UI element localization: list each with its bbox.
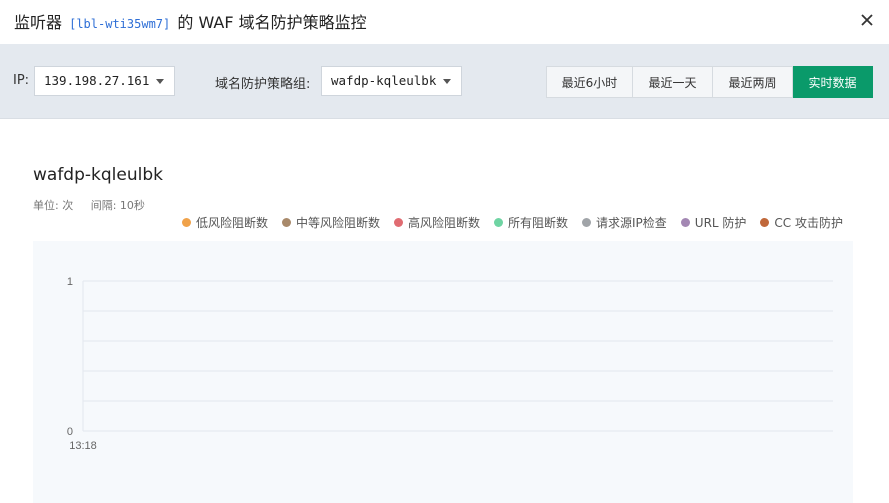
title-prefix: 监听器 bbox=[14, 13, 63, 32]
title-suffix: 的 WAF 域名防护策略监控 bbox=[177, 13, 367, 32]
legend-item[interactable]: CC 攻击防护 bbox=[760, 214, 843, 231]
policy-group-select[interactable]: wafdp-kqleulbk bbox=[321, 66, 462, 96]
legend-dot-icon bbox=[181, 218, 191, 227]
y-tick-label: 0 bbox=[67, 426, 73, 438]
unit-label: 单位: 次 bbox=[33, 199, 74, 212]
legend-label: 高风险阻断数 bbox=[407, 216, 480, 230]
legend-dot-icon bbox=[680, 218, 690, 227]
y-tick-label: 1 bbox=[67, 276, 73, 288]
legend-label: 请求源IP检查 bbox=[596, 216, 667, 230]
x-tick-label: 13:18 bbox=[69, 440, 97, 452]
filter-toolbar: IP: 139.198.27.161 域名防护策略组: wafdp-kqleul… bbox=[0, 44, 889, 119]
time-range-buttons: 最近6小时 最近一天 最近两周 实时数据 bbox=[546, 66, 873, 98]
legend-item[interactable]: 低风险阻断数 bbox=[181, 214, 268, 231]
legend-label: URL 防护 bbox=[694, 216, 747, 230]
close-icon[interactable] bbox=[859, 12, 875, 28]
chart-title: wafdp-kqleulbk bbox=[33, 165, 163, 185]
legend-item[interactable]: 中等风险阻断数 bbox=[281, 214, 380, 231]
chart-legend: 低风险阻断数 中等风险阻断数 高风险阻断数 所有阻断数 请求源IP检查 URL … bbox=[181, 214, 843, 231]
legend-item[interactable]: 所有阻断数 bbox=[494, 214, 568, 231]
legend-dot-icon bbox=[494, 218, 503, 227]
legend-dot-icon bbox=[582, 218, 592, 227]
legend-dot-icon bbox=[281, 218, 291, 227]
ip-select[interactable]: 139.198.27.161 bbox=[34, 66, 175, 96]
legend-item[interactable]: 请求源IP检查 bbox=[582, 214, 667, 231]
chevron-down-icon bbox=[156, 79, 164, 84]
legend-label: CC 攻击防护 bbox=[774, 216, 843, 230]
listener-id: [lbl-wti35wm7] bbox=[69, 17, 171, 31]
interval-label: 间隔: 10秒 bbox=[90, 199, 145, 212]
chart-plot-area: 1 0 13:18 bbox=[33, 241, 853, 503]
line-chart: 1 0 13:18 bbox=[67, 276, 833, 452]
legend-item[interactable]: URL 防护 bbox=[680, 214, 747, 231]
legend-item[interactable]: 高风险阻断数 bbox=[393, 214, 480, 231]
last-day-button[interactable]: 最近一天 bbox=[633, 66, 713, 98]
legend-label: 中等风险阻断数 bbox=[295, 216, 380, 230]
legend-dot-icon bbox=[393, 218, 403, 227]
legend-label: 低风险阻断数 bbox=[195, 216, 268, 230]
ip-select-value: 139.198.27.161 bbox=[44, 73, 150, 88]
modal-header: 监听器 [lbl-wti35wm7] 的 WAF 域名防护策略监控 bbox=[0, 0, 889, 44]
realtime-data-button[interactable]: 实时数据 bbox=[793, 66, 873, 98]
chevron-down-icon bbox=[443, 79, 451, 84]
chart-meta: 单位: 次 间隔: 10秒 bbox=[33, 197, 145, 213]
last-two-weeks-button[interactable]: 最近两周 bbox=[713, 66, 793, 98]
legend-label: 所有阻断数 bbox=[508, 216, 569, 230]
ip-label: IP: bbox=[13, 73, 30, 88]
policy-group-select-value: wafdp-kqleulbk bbox=[331, 73, 437, 88]
legend-dot-icon bbox=[760, 218, 770, 227]
last-6-hours-button[interactable]: 最近6小时 bbox=[546, 66, 633, 98]
policy-group-label: 域名防护策略组: bbox=[215, 77, 311, 92]
modal-title: 监听器 [lbl-wti35wm7] 的 WAF 域名防护策略监控 bbox=[14, 9, 367, 33]
